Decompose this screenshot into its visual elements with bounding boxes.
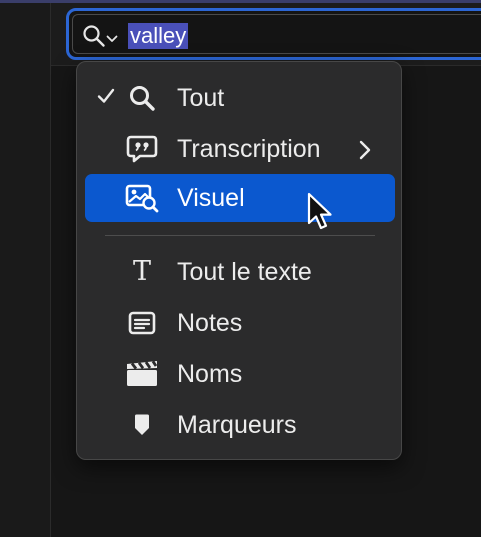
menu-separator — [105, 235, 375, 236]
menu-item-label: Tout — [177, 84, 225, 112]
search-field[interactable]: valley — [66, 8, 481, 60]
menu-item-label: Visuel — [177, 184, 245, 212]
menu-item-label: Noms — [177, 360, 243, 388]
magnifier-icon — [125, 83, 159, 113]
notes-icon — [125, 308, 159, 338]
text-t-glyph: T — [132, 256, 151, 287]
menu-item-visuel[interactable]: Visuel — [85, 174, 395, 222]
menu-item-label: Notes — [177, 309, 243, 337]
menu-item-label: Marqueurs — [177, 411, 297, 439]
quote-bubble-icon — [125, 134, 159, 164]
chevron-right-icon — [359, 140, 371, 165]
menu-item-transcription[interactable]: Transcription — [85, 125, 395, 173]
search-filter-menu: Tout Transcription Visuel T Tout le text… — [76, 61, 402, 460]
clapper-icon — [125, 359, 159, 389]
magnifier-icon[interactable] — [82, 24, 106, 53]
menu-item-label: Transcription — [177, 135, 321, 163]
left-panel — [0, 3, 51, 537]
mouse-pointer-icon — [306, 192, 334, 237]
text-t-icon: T — [125, 257, 159, 287]
menu-item-notes[interactable]: Notes — [85, 299, 395, 347]
menu-item-noms[interactable]: Noms — [85, 350, 395, 398]
search-input[interactable]: valley — [128, 23, 189, 49]
marker-icon — [125, 410, 159, 440]
menu-item-tout-le-texte[interactable]: T Tout le texte — [85, 248, 395, 296]
image-search-icon — [125, 183, 159, 213]
checkmark-icon — [96, 86, 116, 111]
chevron-down-icon[interactable] — [106, 30, 118, 48]
menu-item-tout[interactable]: Tout — [85, 74, 395, 122]
menu-item-marqueurs[interactable]: Marqueurs — [85, 401, 395, 449]
menu-item-label: Tout le texte — [177, 258, 312, 286]
